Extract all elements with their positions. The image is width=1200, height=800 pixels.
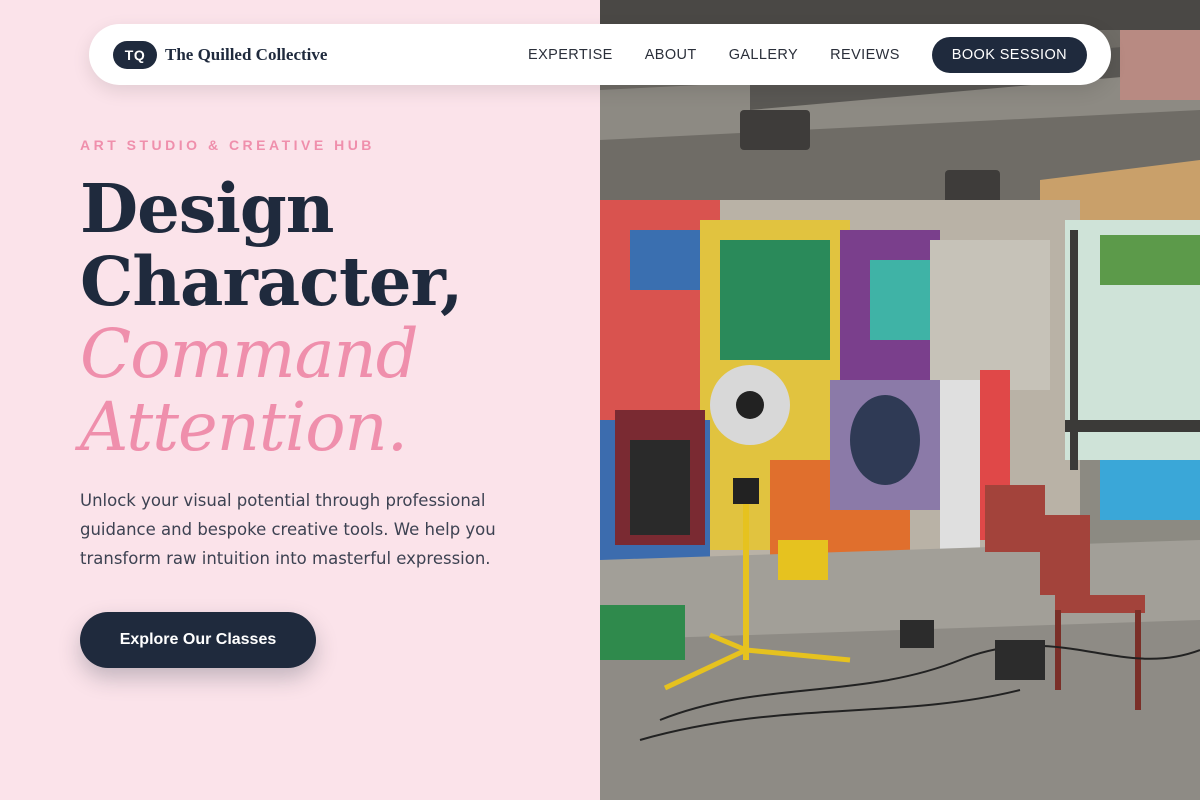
nav-links: EXPERTISE ABOUT GALLERY REVIEWS BOOK SES…	[528, 36, 1087, 73]
headline-line-1: Design	[80, 169, 334, 248]
hero-headline: Design Character, Command Attention.	[80, 169, 463, 466]
headline-line-2: Character,	[80, 242, 463, 321]
studio-photo	[600, 0, 1200, 800]
explore-classes-button[interactable]: Explore Our Classes	[80, 612, 316, 668]
top-navbar: TQ The Quilled Collective EXPERTISE ABOU…	[89, 24, 1111, 85]
nav-link-expertise[interactable]: EXPERTISE	[528, 47, 613, 63]
headline-accent-line-1: Command	[80, 315, 419, 393]
nav-link-gallery[interactable]: GALLERY	[729, 47, 798, 63]
logo-badge[interactable]: TQ	[113, 40, 157, 69]
book-session-button[interactable]: BOOK SESSION	[931, 36, 1087, 73]
brand-name[interactable]: The Quilled Collective	[165, 45, 327, 65]
nav-link-reviews[interactable]: REVIEWS	[830, 47, 900, 63]
nav-link-about[interactable]: ABOUT	[645, 47, 697, 63]
hero-image-panel	[600, 0, 1200, 800]
hero-eyebrow: ART STUDIO & CREATIVE HUB	[80, 137, 375, 153]
hero-description: Unlock your visual potential through pro…	[80, 491, 496, 568]
headline-accent-line-2: Attention.	[80, 388, 408, 466]
